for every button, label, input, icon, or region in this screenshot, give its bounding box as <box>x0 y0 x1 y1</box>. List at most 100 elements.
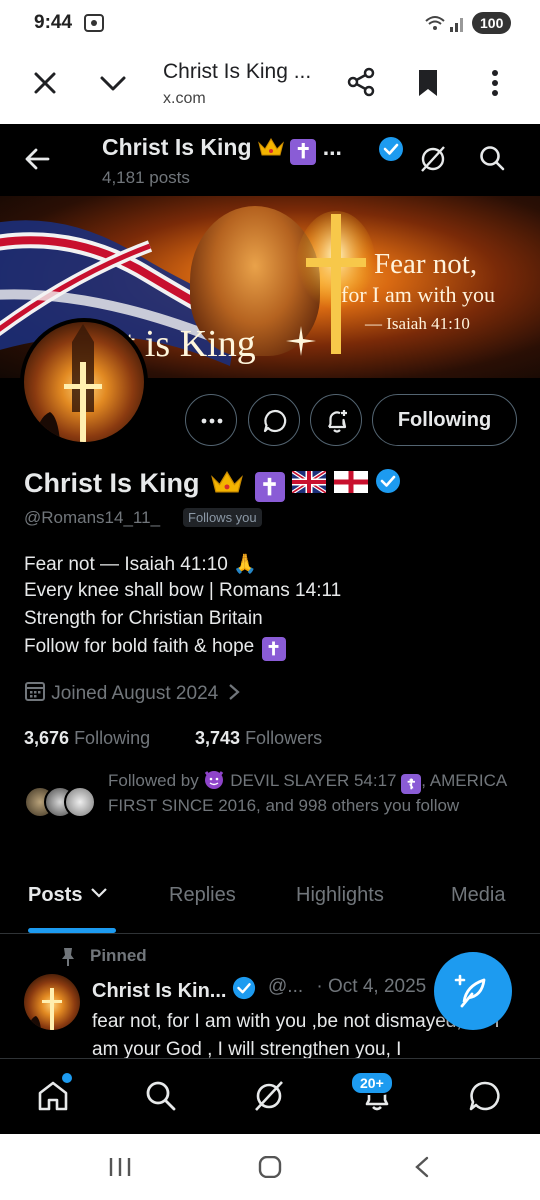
tab-highlights[interactable]: Highlights <box>296 884 384 907</box>
search-icon[interactable] <box>478 144 506 172</box>
devil-emoji-icon <box>203 768 225 790</box>
verified-badge-icon <box>375 468 401 494</box>
tweet-author[interactable]: Christ Is Kin... <box>92 976 256 1003</box>
back-arrow-icon[interactable] <box>22 144 52 174</box>
crown-emoji-icon <box>211 469 243 495</box>
profile-name: Christ Is King ✝ <box>24 468 401 502</box>
chat-bubble-icon <box>263 409 287 433</box>
avatar-cross-graphic <box>34 324 102 442</box>
bookmark-icon[interactable] <box>414 68 442 98</box>
grok-icon[interactable] <box>252 1079 286 1113</box>
more-options-button[interactable] <box>185 394 237 446</box>
header-name: Christ Is King ✝ ... <box>102 134 342 165</box>
page-domain: x.com <box>163 90 206 107</box>
home-icon[interactable] <box>36 1079 70 1113</box>
banner-quote-line2: for I am with you <box>341 282 495 307</box>
tweet-avatar[interactable] <box>24 974 80 1030</box>
pin-icon <box>62 948 74 966</box>
chevron-right-icon <box>229 684 241 700</box>
share-icon[interactable] <box>345 66 377 98</box>
followed-by-prefix: Followed by <box>108 771 199 790</box>
profile-avatar[interactable] <box>20 318 148 446</box>
pinned-label: Pinned <box>90 946 147 965</box>
system-navigation-bar <box>0 1134 540 1200</box>
followed-by-avatars[interactable] <box>24 786 96 820</box>
verified-badge-icon <box>379 137 403 161</box>
more-horizontal-icon <box>201 418 223 424</box>
uk-flag-icon <box>290 469 328 495</box>
close-icon[interactable] <box>30 68 60 98</box>
recent-apps-icon[interactable] <box>108 1156 132 1178</box>
banner-quote-line1: Fear not, <box>374 248 478 280</box>
header-name-trail: ... <box>322 134 342 160</box>
bio-line: Every knee shall bow | Romans 14:11 <box>24 580 342 601</box>
crown-emoji-icon <box>257 136 284 156</box>
status-time: 9:44 <box>34 12 73 33</box>
banner-quote-line3: — Isaiah 41:10 <box>365 314 470 333</box>
home-button-icon[interactable] <box>258 1156 282 1178</box>
chevron-down-icon[interactable] <box>98 68 128 98</box>
tab-media[interactable]: Media <box>451 884 505 907</box>
avatar <box>64 786 96 818</box>
avatar-cross-graphic <box>28 988 62 1030</box>
compose-feather-icon <box>454 974 486 1008</box>
joined-text: Joined August 2024 <box>51 683 219 704</box>
profile-name-text: Christ Is King <box>24 468 200 498</box>
followed-by-first: DEVIL SLAYER 54:17 <box>230 771 397 790</box>
profile-handle: @Romans14_11_ <box>24 508 161 527</box>
tweet-date: · Oct 4, 2025 <box>316 976 427 997</box>
calendar-icon <box>25 682 45 701</box>
following-count-link[interactable]: 3,676 Following <box>24 728 150 749</box>
follows-you-badge: Follows you <box>183 508 262 527</box>
latin-cross-emoji-icon: ✝ <box>254 472 285 502</box>
joined-date[interactable]: Joined August 2024 <box>24 680 241 705</box>
wifi-signal-icon <box>425 16 463 32</box>
verified-badge-icon <box>232 976 256 1000</box>
latin-cross-emoji-icon: ✝ <box>261 637 286 661</box>
bio-line: Fear not — Isaiah 41:10 🙏 <box>24 554 257 575</box>
screenshot-icon <box>84 14 104 32</box>
grok-icon[interactable] <box>418 144 448 174</box>
battery-indicator: 100 <box>472 12 512 34</box>
compose-post-button[interactable] <box>434 952 512 1030</box>
search-icon[interactable] <box>144 1079 178 1113</box>
tab-posts[interactable]: Posts <box>28 884 108 907</box>
header-post-count: 4,181 posts <box>102 168 190 187</box>
followers-count-link[interactable]: 3,743 Followers <box>195 728 322 749</box>
back-button-icon[interactable] <box>412 1156 432 1178</box>
home-unread-dot <box>62 1073 72 1083</box>
bio-line: Follow for bold faith & hope <box>24 636 255 657</box>
messages-icon[interactable] <box>468 1079 502 1113</box>
profile-header: Christ Is King ✝ ... 4,181 posts <box>0 124 540 196</box>
tweet-handle: @... <box>268 976 304 997</box>
tab-replies[interactable]: Replies <box>169 884 236 907</box>
sparkle-icon <box>286 326 316 356</box>
header-name-text: Christ Is King <box>102 134 252 160</box>
chevron-down-icon <box>91 888 107 898</box>
following-count: 3,676 <box>24 728 70 748</box>
followers-label: Followers <box>245 728 323 748</box>
message-button[interactable] <box>248 394 300 446</box>
england-flag-icon <box>333 469 368 493</box>
status-bar: 9:44 100 <box>0 0 540 46</box>
followers-count: 3,743 <box>195 728 241 748</box>
tweet-meta: @... · Oct 4, 2025 <box>268 976 426 998</box>
page-title: Christ Is King ... <box>163 60 312 83</box>
browser-toolbar: Christ Is King ... x.com <box>0 46 540 124</box>
profile-tabs: Posts Replies Highlights Media <box>0 862 540 934</box>
following-button[interactable]: Following <box>372 394 517 446</box>
more-vertical-icon[interactable] <box>482 66 508 100</box>
active-tab-indicator <box>28 928 116 933</box>
tab-posts-label: Posts <box>28 884 83 906</box>
followed-by-text[interactable]: Followed by DEVIL SLAYER 54:17 ☦, AMERIC… <box>108 768 528 818</box>
following-label: Following <box>74 728 151 748</box>
notifications-badge: 20+ <box>350 1071 394 1095</box>
bio-line-last: Follow for bold faith & hope ✝ <box>24 636 286 661</box>
orthodox-cross-emoji-icon: ☦ <box>401 774 422 794</box>
bio-line: Strength for Christian Britain <box>24 608 263 629</box>
bell-plus-icon <box>328 410 347 433</box>
tweet-author-name: Christ Is Kin... <box>92 980 227 1002</box>
bottom-navigation: 20+ <box>0 1058 540 1134</box>
notifications-button[interactable] <box>310 394 362 446</box>
latin-cross-emoji-icon: ✝ <box>290 139 317 165</box>
